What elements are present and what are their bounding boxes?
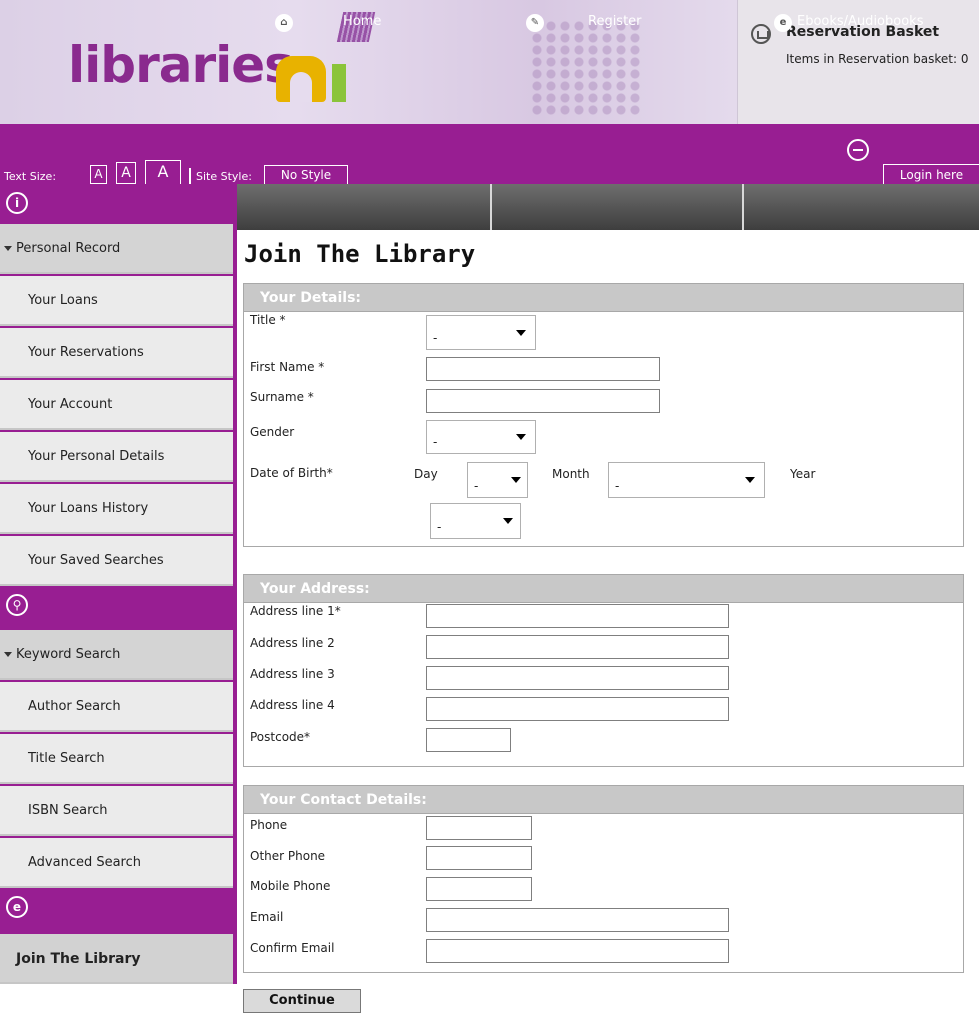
- select-value: -: [615, 479, 620, 493]
- year-label: Year: [790, 467, 816, 481]
- gender-label: Gender: [250, 425, 295, 439]
- email-input[interactable]: [426, 908, 729, 932]
- nav-ebooks[interactable]: e Ebooks/Audiobooks: [744, 0, 979, 46]
- mobile-phone-label: Mobile Phone: [250, 879, 331, 893]
- sidebar-item-loans-history[interactable]: Your Loans History: [0, 484, 233, 534]
- address-line2-label: Address line 2: [250, 636, 335, 650]
- sidebar-item-label: Keyword Search: [16, 647, 121, 662]
- phone-label: Phone: [250, 818, 288, 832]
- surname-label: Surname *: [250, 390, 314, 404]
- select-value: -: [437, 520, 442, 534]
- search-icon: ⚲: [6, 594, 28, 616]
- contact-heading: Your Contact Details:: [244, 786, 963, 814]
- sidebar-item-advanced-search[interactable]: Advanced Search: [0, 838, 233, 888]
- dropdown-arrow-icon: [745, 477, 755, 483]
- sidebar-item-your-reservations[interactable]: Your Reservations: [0, 328, 233, 378]
- sidebar-item-your-loans[interactable]: Your Loans: [0, 276, 233, 326]
- confirm-email-label: Confirm Email: [250, 941, 335, 955]
- nav-ebooks-label: Ebooks/Audiobooks: [797, 14, 924, 29]
- first-name-label: First Name *: [250, 360, 325, 374]
- month-label: Month: [552, 467, 590, 481]
- address-line3-label: Address line 3: [250, 667, 335, 681]
- sidebar-item-your-account[interactable]: Your Account: [0, 380, 233, 430]
- ebook-icon: e: [6, 896, 28, 918]
- dropdown-arrow-icon: [516, 329, 526, 336]
- text-size-medium-button[interactable]: A: [116, 162, 136, 184]
- text-size-small-button[interactable]: A: [90, 165, 107, 184]
- dropdown-arrow-icon: [516, 434, 526, 440]
- toolbar-divider: [189, 168, 191, 184]
- dob-label: Date of Birth*: [250, 466, 333, 480]
- year-select[interactable]: -: [430, 503, 521, 539]
- month-select[interactable]: -: [608, 462, 765, 498]
- title-select[interactable]: -: [426, 315, 536, 350]
- day-label: Day: [414, 467, 438, 481]
- postcode-label: Postcode*: [250, 730, 311, 744]
- details-heading: Your Details:: [244, 284, 963, 312]
- postcode-input[interactable]: [426, 728, 511, 752]
- address-heading: Your Address:: [244, 575, 963, 603]
- address-line3-input[interactable]: [426, 666, 729, 690]
- nav-register[interactable]: ✎ Register: [492, 0, 742, 46]
- email-label: Email: [250, 910, 284, 924]
- dropdown-arrow-icon: [511, 477, 521, 483]
- nav-home-label: Home: [343, 14, 382, 29]
- confirm-email-input[interactable]: [426, 939, 729, 963]
- select-value: -: [474, 479, 479, 493]
- login-button[interactable]: Login here: [883, 164, 979, 186]
- continue-button[interactable]: Continue: [243, 989, 361, 1013]
- address-line4-input[interactable]: [426, 697, 729, 721]
- sidebar-search-header: ⚲: [0, 586, 237, 626]
- basket-count: Items in Reservation basket: 0: [786, 52, 969, 66]
- details-section: Your Details:: [243, 283, 964, 547]
- sidebar-account-header: i: [0, 184, 237, 224]
- other-phone-label: Other Phone: [250, 849, 326, 863]
- pencil-icon: ✎: [526, 14, 544, 32]
- nav-home[interactable]: ⌂ Home: [237, 0, 490, 46]
- sidebar-item-title-search[interactable]: Title Search: [0, 734, 233, 784]
- gender-select[interactable]: -: [426, 420, 536, 454]
- sidebar-item-keyword-search[interactable]: Keyword Search: [0, 630, 233, 680]
- day-select[interactable]: -: [467, 462, 528, 498]
- surname-input[interactable]: [426, 389, 660, 413]
- sidebar-item-personal-record[interactable]: Personal Record: [0, 224, 233, 274]
- dropdown-arrow-icon: [503, 518, 513, 524]
- logo-ni-mark: [276, 46, 354, 102]
- sidebar-item-join-library[interactable]: Join The Library: [0, 934, 233, 984]
- sidebar-item-author-search[interactable]: Author Search: [0, 682, 233, 732]
- text-size-large-button[interactable]: A: [145, 160, 181, 184]
- address-line1-label: Address line 1*: [250, 604, 341, 618]
- home-icon: ⌂: [275, 14, 293, 32]
- sidebar-item-isbn-search[interactable]: ISBN Search: [0, 786, 233, 836]
- caret-down-icon: [4, 652, 12, 657]
- phone-input[interactable]: [426, 816, 532, 840]
- nav-register-label: Register: [588, 14, 642, 29]
- sidebar-item-personal-details[interactable]: Your Personal Details: [0, 432, 233, 482]
- other-phone-input[interactable]: [426, 846, 532, 870]
- address-line4-label: Address line 4: [250, 698, 335, 712]
- address-line1-input[interactable]: [426, 604, 729, 628]
- text-size-label: Text Size:: [4, 170, 57, 183]
- select-value: -: [433, 331, 438, 345]
- site-style-select[interactable]: No Style: [264, 165, 348, 185]
- login-key-icon[interactable]: [847, 139, 869, 161]
- nav-divider: [742, 184, 744, 230]
- select-value: -: [433, 435, 438, 449]
- title-label: Title *: [250, 313, 286, 327]
- first-name-input[interactable]: [426, 357, 660, 381]
- mobile-phone-input[interactable]: [426, 877, 532, 901]
- sidebar-ebooks-header: e: [0, 888, 237, 928]
- site-style-label: Site Style:: [196, 170, 252, 183]
- caret-down-icon: [4, 246, 12, 251]
- sidebar-item-saved-searches[interactable]: Your Saved Searches: [0, 536, 233, 586]
- sidebar-item-label: Personal Record: [16, 241, 121, 256]
- nav-divider: [490, 184, 492, 230]
- main-nav: [237, 184, 979, 230]
- address-line2-input[interactable]: [426, 635, 729, 659]
- page-title: Join The Library: [244, 240, 476, 268]
- ebook-icon: e: [774, 14, 792, 32]
- info-icon: i: [6, 192, 28, 214]
